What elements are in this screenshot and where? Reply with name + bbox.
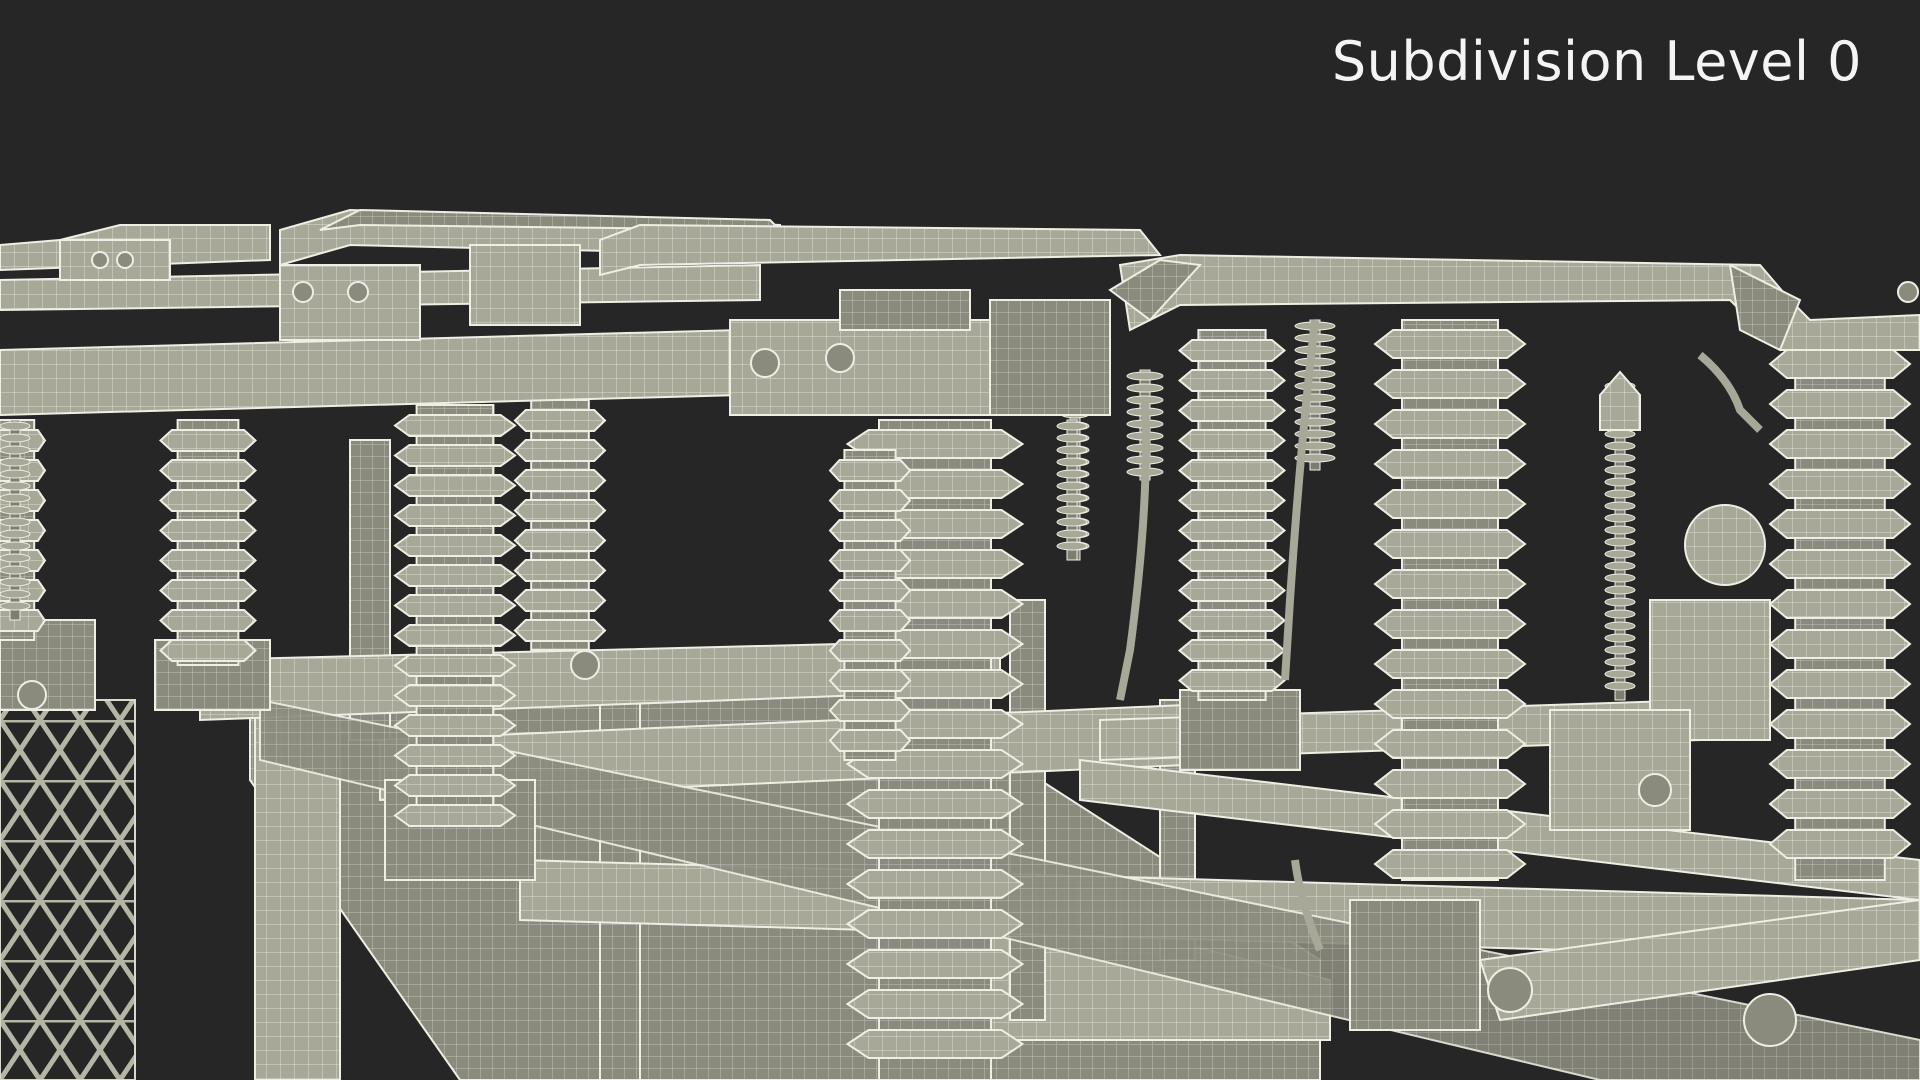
subdivision-level-label: Subdivision Level 0 — [1331, 30, 1862, 93]
3d-viewport[interactable]: Subdivision Level 0 — [0, 0, 1920, 1080]
wireframe-render-substation — [0, 208, 1920, 1080]
insulator-column — [159, 419, 257, 666]
lattice-tower-left — [0, 619, 136, 1080]
insulator-column — [393, 404, 517, 827]
insulator-column — [513, 399, 607, 651]
arrester-cap — [1599, 370, 1641, 431]
insulator-column — [1373, 319, 1527, 881]
arrester-column — [1056, 419, 1088, 561]
insulator-column — [1177, 329, 1287, 701]
insulator-column — [1768, 339, 1912, 881]
